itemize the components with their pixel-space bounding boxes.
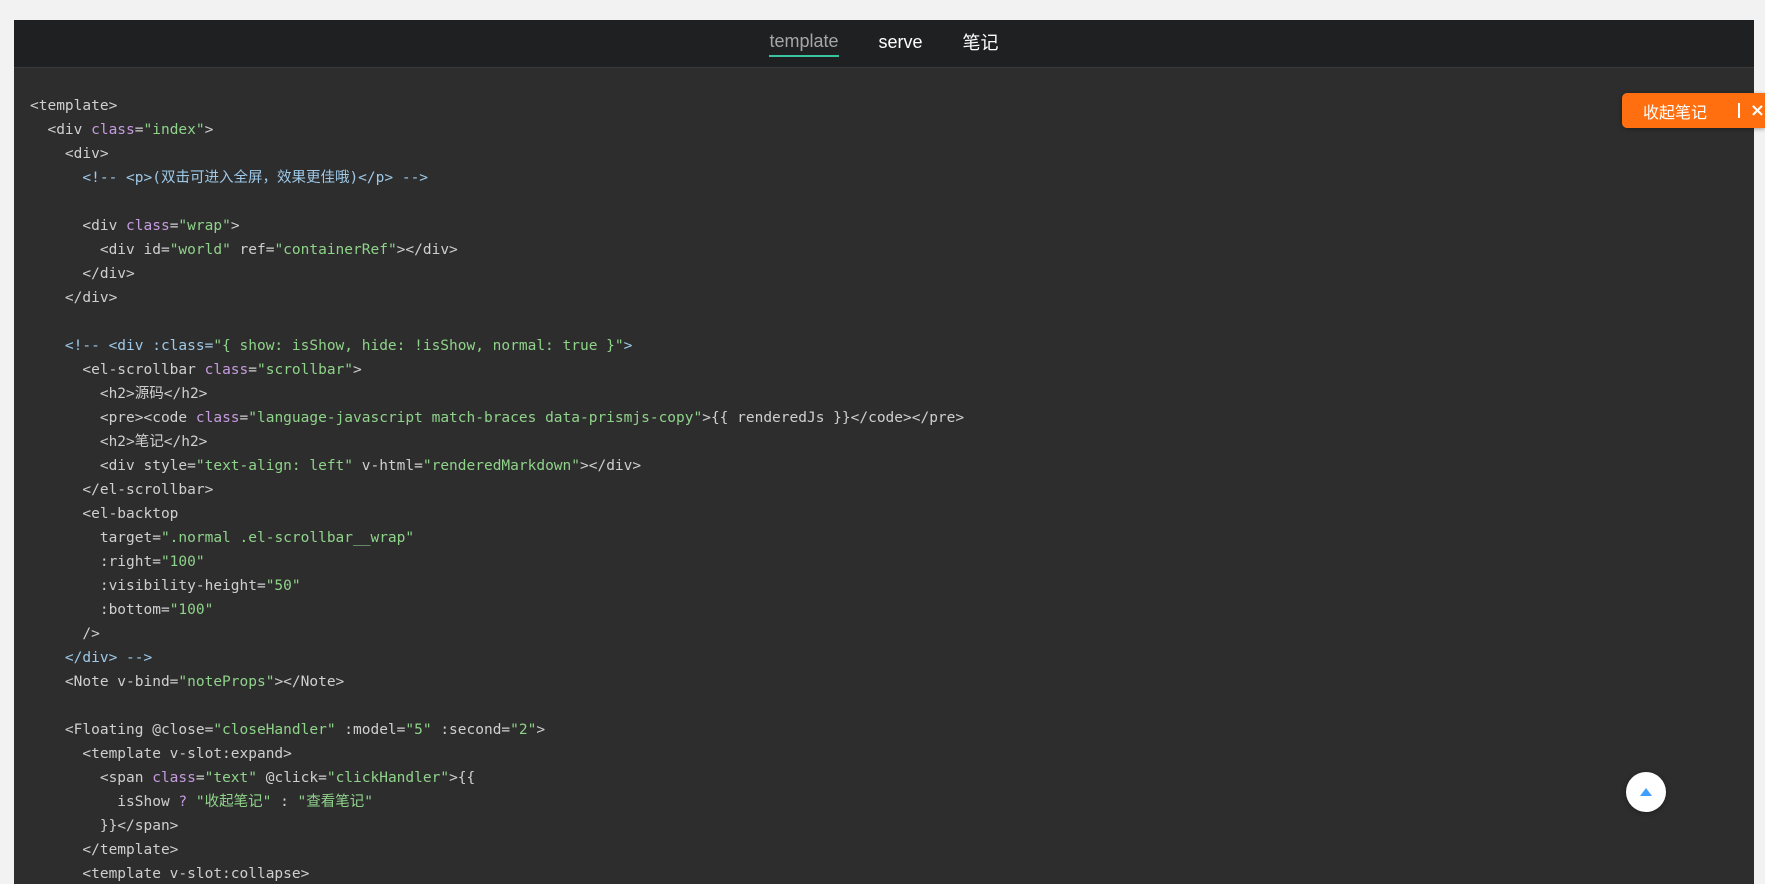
code-line: <span class="text" @click="clickHandler"…	[30, 770, 476, 786]
tab-notes[interactable]: 笔记	[963, 29, 999, 58]
code-line: :bottom="100"	[30, 602, 214, 618]
code-line: </template>	[30, 842, 179, 858]
close-icon[interactable]: ×	[1750, 100, 1765, 121]
code-line: <div style="text-align: left" v-html="re…	[30, 458, 642, 474]
code-line: isShow ? "收起笔记" : "查看笔记"	[30, 794, 374, 810]
code-line: />	[30, 626, 100, 642]
code-line: <el-scrollbar class="scrollbar">	[30, 362, 362, 378]
code-line: <h2>笔记</h2>	[30, 434, 208, 450]
code-line: :right="100"	[30, 554, 205, 570]
code-line: <div class="index">	[30, 122, 214, 138]
app-frame: template serve 笔记 <template> <div class=…	[14, 20, 1754, 884]
code-line: </div>	[30, 266, 135, 282]
code-line: <div>	[30, 146, 109, 162]
code-block: <template> <div class="index"> <div> <!-…	[14, 68, 1754, 884]
code-line: </div>	[30, 290, 118, 306]
tab-bar: template serve 笔记	[14, 20, 1754, 68]
code-line: <h2>源码</h2>	[30, 386, 208, 402]
back-to-top-button[interactable]	[1626, 772, 1666, 812]
code-line: target=".normal .el-scrollbar__wrap"	[30, 530, 415, 546]
chevron-up-icon	[1640, 788, 1652, 796]
code-line: <Note v-bind="noteProps"></Note>	[30, 674, 345, 690]
code-line: <template v-slot:collapse>	[30, 866, 310, 882]
code-line: <template v-slot:expand>	[30, 746, 292, 762]
code-line: <!-- <div :class="{ show: isShow, hide: …	[64, 338, 633, 354]
separator	[1737, 103, 1740, 118]
collapse-notes-label[interactable]: 收起笔记	[1622, 99, 1734, 123]
tab-serve[interactable]: serve	[879, 32, 923, 56]
code-line: <!-- <p>(双击可进入全屏，效果更佳哦)</p> -->	[82, 170, 429, 186]
code-line: <pre><code class="language-javascript ma…	[30, 410, 965, 426]
code-line: <div id="world" ref="containerRef"></div…	[30, 242, 458, 258]
collapse-notes-button[interactable]: 收起笔记 ×	[1622, 93, 1765, 128]
code-line: :visibility-height="50"	[30, 578, 301, 594]
code-line: <template>	[30, 98, 118, 114]
code-line: <div class="wrap">	[30, 218, 240, 234]
code-line: }}</span>	[30, 818, 179, 834]
tab-template[interactable]: template	[769, 31, 839, 57]
code-line: <Floating @close="closeHandler" :model="…	[30, 722, 546, 738]
code-line: </el-scrollbar>	[30, 482, 214, 498]
code-line: </div> -->	[64, 650, 153, 666]
code-line: <el-backtop	[30, 506, 179, 522]
